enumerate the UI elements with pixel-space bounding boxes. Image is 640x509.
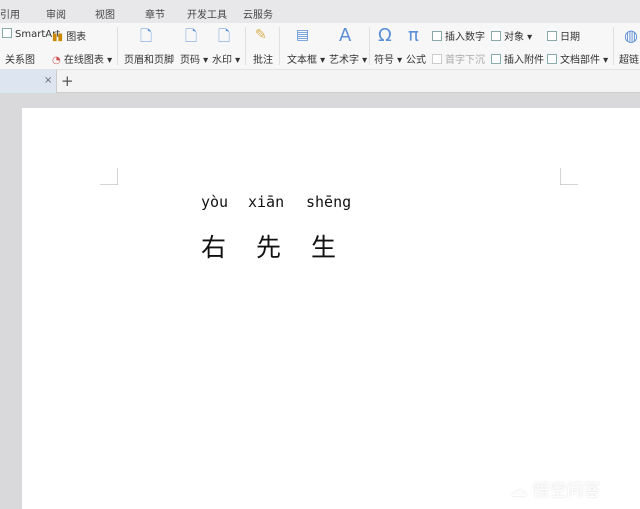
relation-button[interactable]: 关系图 [5,51,35,66]
new-tab-button[interactable]: + [61,72,74,90]
menu-section[interactable]: 章节 [145,6,165,21]
insert-number-button[interactable]: 插入数字 [432,28,485,43]
watermark-logo-icon: ☁ [510,481,533,501]
page-number-icon: 🗋 [185,27,198,45]
comment-icon: ✎ [255,27,267,43]
wordart-icon: A [339,25,352,46]
textbox-icon: ▤ [296,27,310,43]
object-icon [491,31,501,41]
pinyin-3: shēng [306,193,352,211]
wordart-button[interactable]: 艺术字 ▾ [329,51,367,66]
watermark-icon: 🗋 [218,27,231,45]
doc-parts-button[interactable]: 文档部件 ▾ [547,51,608,66]
pinyin-2: xiān [248,193,285,211]
menu-bar: 引用 审阅 视图 章节 开发工具 云服务 [0,0,640,23]
menu-reference[interactable]: 引用 [0,6,20,21]
document-tab[interactable]: × [0,70,57,93]
online-chart-label: 在线图表 [63,55,104,66]
comment-button[interactable]: 批注 [253,51,273,66]
pi-formula-icon: π [408,25,419,46]
bar-chart-icon: ▮▮ [52,32,67,43]
attachment-label: 插入附件 [504,55,544,66]
drop-cap-button[interactable]: 首字下沉 [432,51,485,66]
attachment-icon [491,54,501,64]
textbox-label: 文本框 [287,55,317,66]
wordart-label: 艺术字 [329,55,359,66]
hyperlink-button[interactable]: 超链 [619,51,639,66]
menu-view[interactable]: 视图 [95,6,115,21]
date-label: 日期 [560,32,580,43]
doc-parts-label: 文档部件 [560,55,600,66]
menu-review[interactable]: 审阅 [46,6,66,21]
hanzi-3: 生 [311,233,337,262]
drop-cap-icon [432,54,442,64]
drop-cap-label: 首字下沉 [445,55,485,66]
margin-corner-right [560,168,578,185]
document-tab-bar: × + [0,70,640,93]
menu-cloud[interactable]: 云服务 [243,6,273,21]
formula-button[interactable]: 公式 [406,51,426,66]
chart-button[interactable]: ▮▮ 图表 [52,28,86,43]
date-button[interactable]: 日期 [547,28,580,43]
online-chart-button[interactable]: ◔ 在线图表 ▾ [52,51,112,66]
page-number-button[interactable]: 页码 ▾ [180,51,208,66]
close-tab-icon[interactable]: × [44,75,52,86]
doc-parts-icon [547,54,557,64]
menu-dev-tools[interactable]: 开发工具 [187,6,227,21]
header-footer-icon: 🗋 [140,27,153,45]
globe-hyperlink-icon: ◍ [624,26,638,45]
omega-symbol-icon: Ω [378,25,392,46]
chart-label: 图表 [66,32,87,43]
attachment-button[interactable]: 插入附件 [491,51,544,66]
symbol-button[interactable]: 符号 ▾ [374,51,402,66]
textbox-button[interactable]: 文本框 ▾ [287,51,325,66]
hanzi-1: 右 [201,233,227,262]
header-footer-button[interactable]: 页眉和页脚 [124,51,174,66]
watermark-button[interactable]: 水印 ▾ [212,51,240,66]
page-number-label: 页码 [180,55,200,66]
ribbon: SmartArt ▮▮ 图表 关系图 ◔ 在线图表 ▾ 🗋 页眉和页脚 🗋 页码… [0,23,640,70]
insert-number-label: 插入数字 [445,32,485,43]
symbol-label: 符号 [374,55,394,66]
watermark: ☁ 悟空问答 [510,476,600,501]
online-chart-icon: ◔ [52,55,64,66]
hanzi-2: 先 [256,233,282,262]
pinyin-1: yòu [201,193,229,211]
object-button[interactable]: 对象 ▾ [491,28,532,43]
watermark-text: 悟空问答 [532,481,601,501]
number-icon [432,31,442,41]
margin-corner-left [100,168,118,185]
object-label: 对象 [504,32,524,43]
watermark-label: 水印 [212,55,232,66]
calendar-icon [547,31,557,41]
smartart-icon [2,28,12,38]
